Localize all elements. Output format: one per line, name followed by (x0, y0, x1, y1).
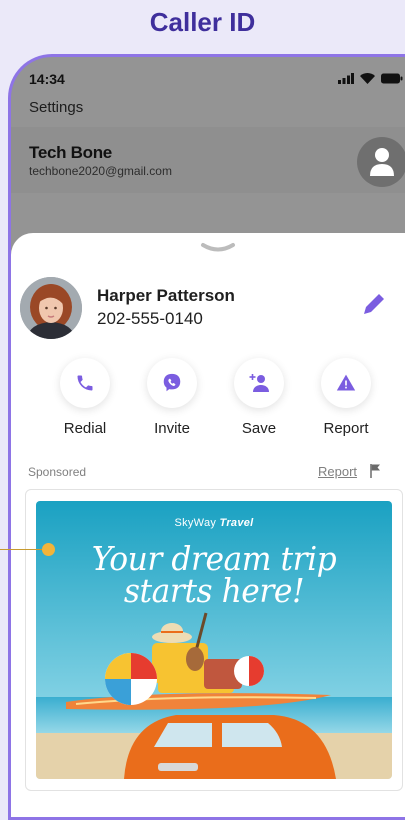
save-label: Save (241, 419, 277, 437)
invite-button[interactable]: Invite (128, 353, 216, 441)
promo-title: Caller ID (149, 7, 256, 37)
phone-frame: 14:34 Settings Tech Bone techbone2020@gm… (8, 54, 405, 820)
warning-icon (336, 374, 356, 390)
ad-banner-image[interactable]: SkyWay Travel Your dream trip starts her… (36, 501, 392, 779)
account-email: techbone2020@gmail.com (29, 164, 172, 178)
invite-label: Invite (154, 419, 190, 437)
save-button[interactable]: Save (215, 353, 303, 441)
ad-brand: SkyWay Travel (174, 517, 254, 529)
person-icon (370, 148, 394, 176)
callout-line (0, 549, 48, 550)
settings-title: Settings (29, 99, 84, 116)
caller-avatar (20, 277, 82, 339)
viber-icon (163, 373, 181, 391)
flag-icon[interactable] (369, 463, 383, 479)
caller-id-sheet: Harper Patterson 202-555-0140 Redial Inv… (11, 233, 405, 817)
edit-contact-button[interactable] (359, 289, 389, 319)
chevron-down-icon[interactable] (200, 241, 236, 255)
ad-report-link[interactable]: Report (318, 464, 357, 479)
wifi-icon (360, 73, 375, 84)
caller-name: Harper Patterson (97, 286, 235, 305)
status-time: 14:34 (29, 71, 65, 87)
phone-icon (77, 375, 93, 390)
battery-icon (381, 73, 403, 84)
report-label: Report (323, 419, 369, 437)
status-icons (338, 73, 403, 84)
account-avatar[interactable] (357, 137, 405, 187)
add-contact-icon (249, 373, 269, 392)
pencil-icon (364, 294, 384, 314)
status-bar: 14:34 (29, 71, 405, 91)
sponsored-label: Sponsored (28, 465, 87, 479)
ad-card[interactable]: SkyWay Travel Your dream trip starts her… (25, 489, 403, 791)
redial-button[interactable]: Redial (41, 353, 129, 441)
redial-label: Redial (63, 419, 107, 437)
report-button[interactable]: Report (302, 353, 390, 441)
ad-headline: Your dream trip starts here! (91, 539, 337, 610)
caller-number: 202-555-0140 (97, 309, 203, 328)
account-name: Tech Bone (29, 143, 112, 162)
signal-icon (338, 73, 354, 84)
callout-dot (42, 543, 55, 556)
